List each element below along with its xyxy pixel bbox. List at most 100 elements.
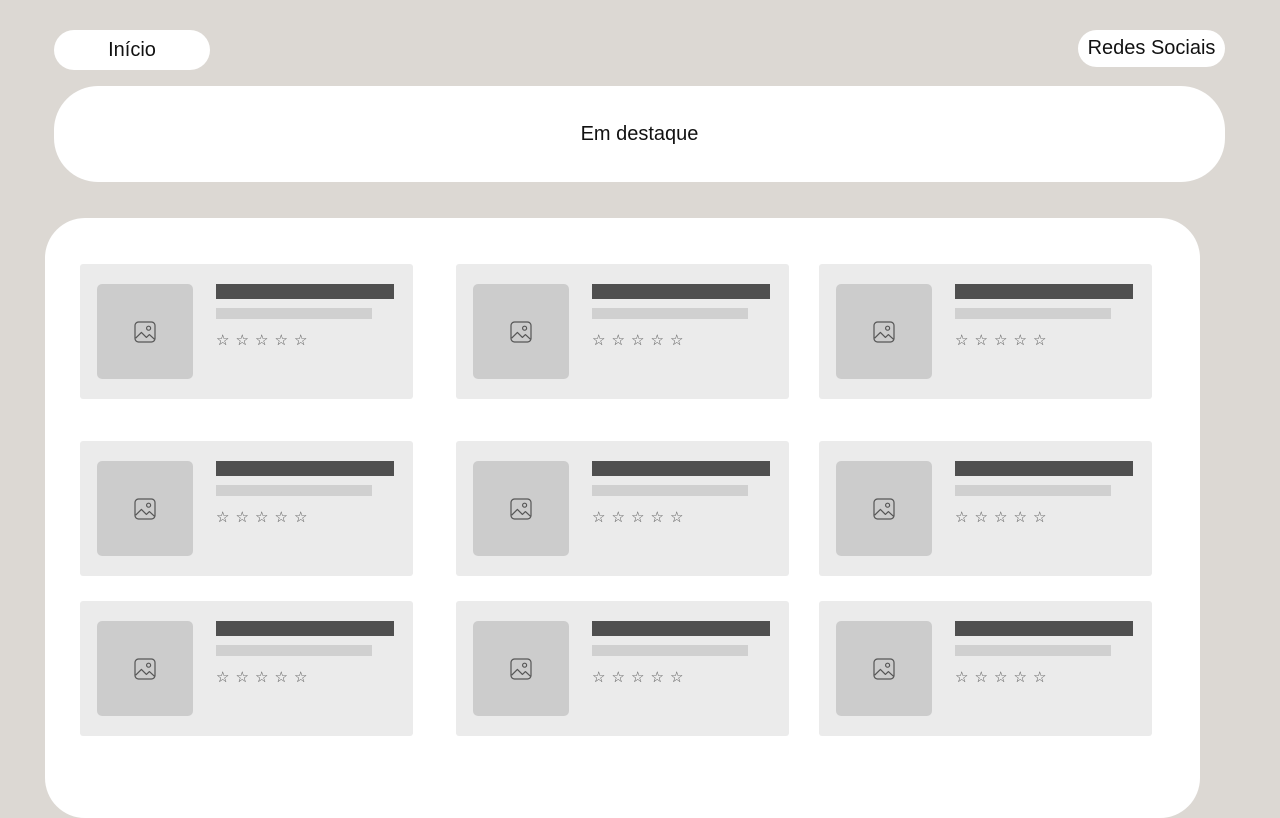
- star-icon[interactable]: ☆: [235, 331, 251, 349]
- star-icon[interactable]: ☆: [611, 331, 627, 349]
- star-icon[interactable]: ☆: [630, 668, 646, 686]
- nav-social-label: Redes Sociais: [1087, 37, 1216, 59]
- star-icon[interactable]: ☆: [993, 668, 1009, 686]
- product-title-placeholder: [592, 461, 770, 476]
- product-thumbnail: [836, 621, 932, 716]
- star-icon[interactable]: ☆: [254, 668, 270, 686]
- featured-banner[interactable]: Em destaque: [54, 86, 1225, 182]
- star-icon[interactable]: ☆: [1013, 668, 1029, 686]
- product-card[interactable]: ☆ ☆ ☆ ☆ ☆: [80, 264, 413, 399]
- product-title-placeholder: [216, 284, 394, 299]
- star-icon[interactable]: ☆: [591, 331, 607, 349]
- image-icon: [873, 320, 895, 343]
- star-rating[interactable]: ☆ ☆ ☆ ☆ ☆: [215, 508, 309, 526]
- product-thumbnail: [97, 461, 193, 556]
- star-icon[interactable]: ☆: [274, 508, 290, 526]
- star-icon[interactable]: ☆: [974, 668, 990, 686]
- star-icon[interactable]: ☆: [954, 331, 970, 349]
- star-icon[interactable]: ☆: [650, 331, 666, 349]
- featured-label: Em destaque: [580, 122, 699, 145]
- star-icon[interactable]: ☆: [293, 508, 309, 526]
- image-icon: [510, 497, 532, 520]
- product-thumbnail: [473, 461, 569, 556]
- star-icon[interactable]: ☆: [669, 331, 685, 349]
- nav-social-button[interactable]: Redes Sociais: [1078, 30, 1225, 67]
- product-subtitle-placeholder: [216, 485, 372, 496]
- star-icon[interactable]: ☆: [274, 331, 290, 349]
- star-icon[interactable]: ☆: [650, 508, 666, 526]
- star-icon[interactable]: ☆: [974, 331, 990, 349]
- image-icon: [510, 320, 532, 343]
- star-icon[interactable]: ☆: [630, 331, 646, 349]
- star-icon[interactable]: ☆: [993, 508, 1009, 526]
- star-icon[interactable]: ☆: [954, 668, 970, 686]
- star-rating[interactable]: ☆ ☆ ☆ ☆ ☆: [954, 331, 1048, 349]
- star-icon[interactable]: ☆: [215, 508, 231, 526]
- product-title-placeholder: [955, 621, 1133, 636]
- product-card[interactable]: ☆ ☆ ☆ ☆ ☆: [819, 601, 1152, 736]
- product-subtitle-placeholder: [955, 485, 1111, 496]
- star-icon[interactable]: ☆: [954, 508, 970, 526]
- star-icon[interactable]: ☆: [235, 668, 251, 686]
- star-icon[interactable]: ☆: [669, 508, 685, 526]
- star-rating[interactable]: ☆ ☆ ☆ ☆ ☆: [954, 668, 1048, 686]
- image-icon: [873, 657, 895, 680]
- star-icon[interactable]: ☆: [215, 668, 231, 686]
- product-subtitle-placeholder: [592, 645, 748, 656]
- product-card[interactable]: ☆ ☆ ☆ ☆ ☆: [456, 601, 789, 736]
- star-icon[interactable]: ☆: [611, 668, 627, 686]
- product-title-placeholder: [592, 284, 770, 299]
- product-thumbnail: [836, 461, 932, 556]
- product-thumbnail: [473, 621, 569, 716]
- product-card[interactable]: ☆ ☆ ☆ ☆ ☆: [456, 441, 789, 576]
- image-icon: [873, 497, 895, 520]
- product-thumbnail: [836, 284, 932, 379]
- star-icon[interactable]: ☆: [274, 668, 290, 686]
- star-icon[interactable]: ☆: [591, 668, 607, 686]
- product-title-placeholder: [216, 621, 394, 636]
- star-rating[interactable]: ☆ ☆ ☆ ☆ ☆: [954, 508, 1048, 526]
- image-icon: [134, 657, 156, 680]
- star-icon[interactable]: ☆: [974, 508, 990, 526]
- star-rating[interactable]: ☆ ☆ ☆ ☆ ☆: [591, 508, 685, 526]
- star-icon[interactable]: ☆: [254, 508, 270, 526]
- product-card[interactable]: ☆ ☆ ☆ ☆ ☆: [819, 264, 1152, 399]
- product-subtitle-placeholder: [592, 485, 748, 496]
- star-icon[interactable]: ☆: [215, 331, 231, 349]
- star-icon[interactable]: ☆: [630, 508, 646, 526]
- star-rating[interactable]: ☆ ☆ ☆ ☆ ☆: [215, 331, 309, 349]
- star-icon[interactable]: ☆: [1013, 331, 1029, 349]
- star-icon[interactable]: ☆: [1013, 508, 1029, 526]
- star-icon[interactable]: ☆: [254, 331, 270, 349]
- star-icon[interactable]: ☆: [650, 668, 666, 686]
- product-thumbnail: [97, 284, 193, 379]
- product-subtitle-placeholder: [216, 645, 372, 656]
- star-rating[interactable]: ☆ ☆ ☆ ☆ ☆: [215, 668, 309, 686]
- product-subtitle-placeholder: [955, 308, 1111, 319]
- star-icon[interactable]: ☆: [1032, 668, 1048, 686]
- product-panel: ☆ ☆ ☆ ☆ ☆ ☆ ☆ ☆ ☆ ☆ ☆ ☆ ☆ ☆ ☆ ☆ ☆ ☆ ☆ ☆ …: [45, 218, 1200, 818]
- star-icon[interactable]: ☆: [1032, 508, 1048, 526]
- star-rating[interactable]: ☆ ☆ ☆ ☆ ☆: [591, 668, 685, 686]
- star-icon[interactable]: ☆: [591, 508, 607, 526]
- product-title-placeholder: [955, 284, 1133, 299]
- product-card[interactable]: ☆ ☆ ☆ ☆ ☆: [80, 441, 413, 576]
- image-icon: [510, 657, 532, 680]
- star-icon[interactable]: ☆: [993, 331, 1009, 349]
- product-subtitle-placeholder: [216, 308, 372, 319]
- star-icon[interactable]: ☆: [1032, 331, 1048, 349]
- star-rating[interactable]: ☆ ☆ ☆ ☆ ☆: [591, 331, 685, 349]
- star-icon[interactable]: ☆: [293, 331, 309, 349]
- star-icon[interactable]: ☆: [669, 668, 685, 686]
- nav-home-button[interactable]: Início: [54, 30, 210, 70]
- star-icon[interactable]: ☆: [611, 508, 627, 526]
- product-title-placeholder: [592, 621, 770, 636]
- star-icon[interactable]: ☆: [293, 668, 309, 686]
- product-title-placeholder: [216, 461, 394, 476]
- image-icon: [134, 497, 156, 520]
- product-card[interactable]: ☆ ☆ ☆ ☆ ☆: [80, 601, 413, 736]
- product-card[interactable]: ☆ ☆ ☆ ☆ ☆: [819, 441, 1152, 576]
- product-card[interactable]: ☆ ☆ ☆ ☆ ☆: [456, 264, 789, 399]
- nav-home-label: Início: [108, 38, 156, 61]
- star-icon[interactable]: ☆: [235, 508, 251, 526]
